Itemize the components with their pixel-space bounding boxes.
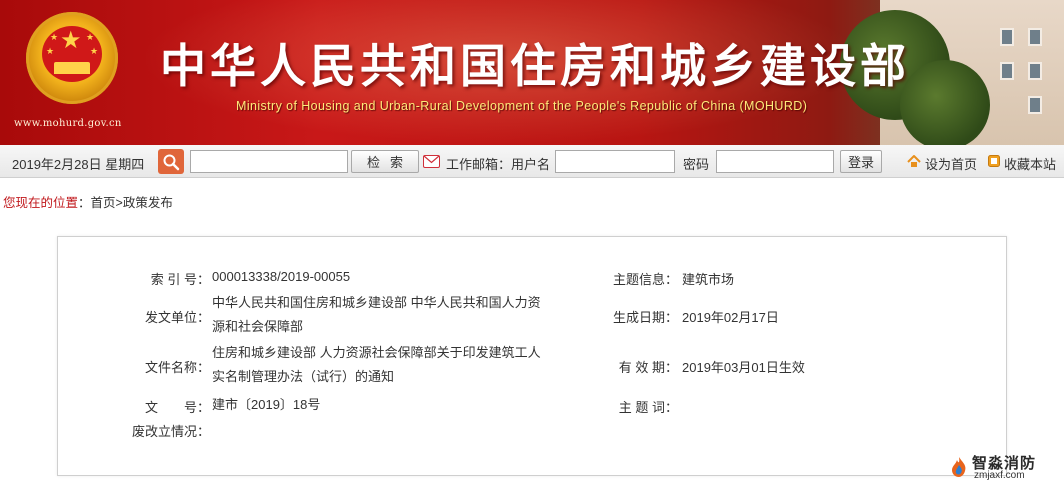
bookmark-icon (988, 155, 1000, 167)
current-date: 2019年2月28日 星期四 (12, 157, 145, 172)
home-icon (907, 155, 921, 167)
search-icon[interactable] (158, 149, 184, 174)
building-window (1028, 62, 1042, 80)
banner-tree-image (900, 60, 990, 145)
mail-username-label: 工作邮箱：用户名 (446, 157, 551, 172)
generated-date-label: 生成日期： (612, 310, 678, 325)
building-window (1000, 28, 1014, 46)
breadcrumb-path[interactable]: 首页>政策发布 (91, 196, 173, 210)
site-banner: ★ ★ ★ ★ ★ www.mohurd.gov.cn 中华人民共和国住房和城乡… (0, 0, 1064, 145)
set-homepage-link[interactable]: 设为首页 (925, 154, 977, 173)
file-name-label: 文件名称： (144, 360, 210, 375)
bookmark-site-link[interactable]: 收藏本站 (1004, 154, 1056, 173)
keywords-label: 主 题 词： (618, 400, 678, 415)
issuer-value-line2: 源和社会保障部 (212, 319, 304, 334)
breadcrumb-separator: ： (78, 196, 91, 210)
top-toolbar: 2019年2月28日 星期四 检索 工作邮箱：用户名 密码 登录 设为首页 收藏… (0, 145, 1064, 178)
validity-label: 有 效 期： (618, 360, 678, 375)
username-input[interactable] (555, 150, 675, 173)
revision-status-label: 废改立情况： (131, 424, 210, 439)
site-url: www.mohurd.gov.cn (14, 118, 122, 129)
building-window (1028, 28, 1042, 46)
document-number-label: 文 号： (144, 400, 210, 415)
topic-value: 建筑市场 (682, 272, 735, 287)
issuer-label: 发文单位： (144, 310, 210, 325)
file-name-value-line1: 住房和城乡建设部 人力资源社会保障部关于印发建筑工人 (212, 345, 541, 360)
generated-date-value: 2019年02月17日 (682, 310, 779, 325)
national-emblem-icon: ★ ★ ★ ★ ★ (26, 12, 118, 104)
breadcrumb: 您现在的位置：首页>政策发布 (3, 192, 173, 211)
building-window (1000, 62, 1014, 80)
building-window (1028, 96, 1042, 114)
search-input[interactable] (190, 150, 348, 173)
document-info-panel: 索 引 号： 000013338/2019-00055 主题信息： 建筑市场 发… (57, 236, 1007, 476)
watermark: 智淼消防 zmjaxf.com (948, 452, 1060, 482)
site-subtitle: Ministry of Housing and Urban-Rural Deve… (236, 99, 808, 113)
site-title: 中华人民共和国住房和城乡建设部 (160, 39, 910, 93)
watermark-url: zmjaxf.com (974, 470, 1025, 481)
validity-value: 2019年03月01日生效 (682, 360, 805, 375)
flame-logo-icon (952, 457, 966, 477)
index-number-value: 000013338/2019-00055 (212, 269, 351, 284)
login-button[interactable]: 登录 (840, 150, 882, 173)
password-label: 密码 (683, 157, 710, 172)
index-number-label: 索 引 号： (150, 272, 210, 287)
topic-label: 主题信息： (612, 272, 678, 287)
password-input[interactable] (716, 150, 834, 173)
search-button[interactable]: 检索 (351, 150, 419, 173)
document-number-value: 建市〔2019〕18号 (212, 397, 321, 412)
issuer-value-line1: 中华人民共和国住房和城乡建设部 中华人民共和国人力资 (212, 295, 541, 310)
breadcrumb-prefix: 您现在的位置 (3, 196, 79, 210)
mail-icon (423, 155, 440, 168)
file-name-value-line2: 实名制管理办法（试行）的通知 (212, 369, 395, 384)
